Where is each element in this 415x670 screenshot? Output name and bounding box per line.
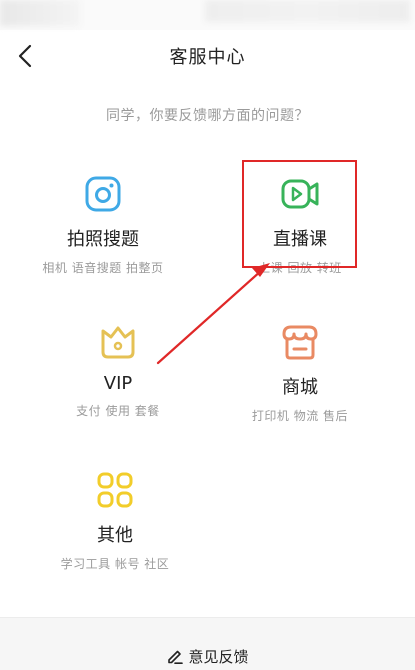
feedback-label: 意见反馈 [188, 648, 249, 666]
footer-bar: 意见反馈 [0, 617, 415, 670]
edit-icon [168, 650, 184, 665]
annotation-arrow [156, 263, 270, 365]
feedback-button[interactable]: 意见反馈 [0, 646, 415, 667]
